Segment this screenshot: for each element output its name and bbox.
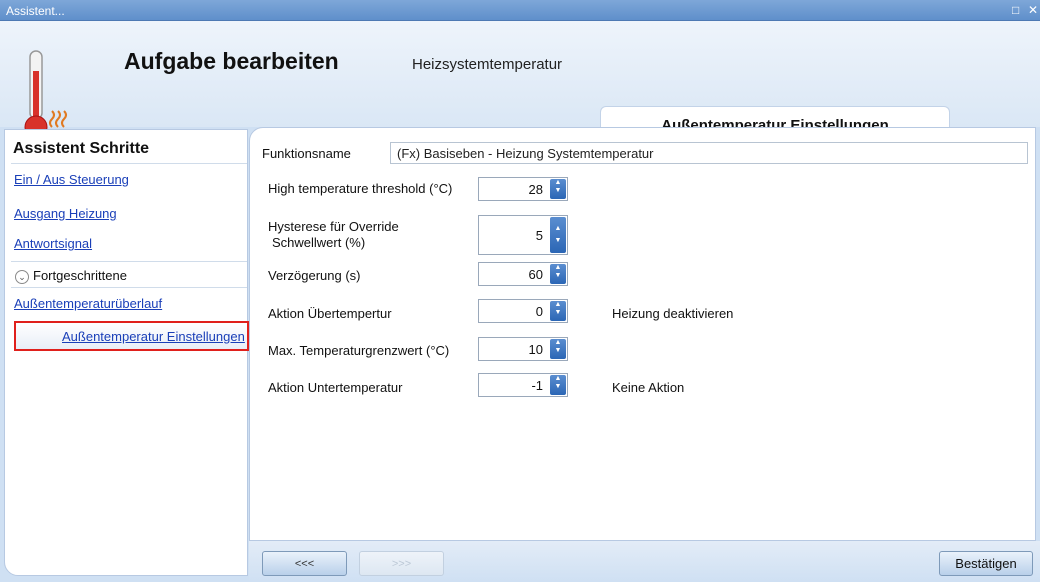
function-name-field[interactable]: (Fx) Basiseben - Heizung Systemtemperatu… bbox=[390, 142, 1028, 164]
divider bbox=[11, 261, 247, 262]
thermometer-heating-icon bbox=[24, 50, 67, 139]
field-label: Aktion Übertempertur bbox=[268, 306, 392, 321]
spinner-value: -1 bbox=[531, 378, 543, 393]
settings-panel: Funktionsname (Fx) Basiseben - Heizung S… bbox=[249, 127, 1036, 541]
footer: <<< >>> Bestätigen bbox=[249, 541, 1040, 582]
max-temperature-limit-spinner[interactable]: 10 ▲ ▼ bbox=[478, 337, 568, 361]
spinner-value: 60 bbox=[528, 267, 543, 282]
header: Aufgabe bearbeiten Heizsystemtemperatur … bbox=[0, 21, 1040, 142]
close-icon[interactable]: ✕ bbox=[1026, 3, 1040, 17]
next-button[interactable]: >>> bbox=[359, 551, 444, 576]
spinner-value: 5 bbox=[535, 228, 543, 243]
sidebar-item-selected[interactable]: Außentemperatur Einstellungen bbox=[14, 321, 249, 351]
action-description: Keine Aktion bbox=[612, 380, 685, 395]
delay-spinner[interactable]: 60 ▲ ▼ bbox=[478, 262, 568, 286]
page-subtitle: Heizsystemtemperatur bbox=[412, 56, 563, 73]
spinner-value: 28 bbox=[528, 182, 543, 197]
chevron-down-icon: ⌄ bbox=[15, 269, 29, 284]
field-label: High temperature threshold (°C) bbox=[268, 181, 453, 196]
sidebar-title: Assistent Schritte bbox=[13, 140, 150, 157]
sidebar: Assistent Schritte Ein / Aus Steuerung A… bbox=[4, 129, 249, 576]
field-label: Verzögerung (s) bbox=[268, 268, 361, 283]
spinner-value: 10 bbox=[528, 342, 543, 357]
sidebar-item-outdoor-temperature-overflow[interactable]: Außentemperaturüberlauf bbox=[14, 296, 162, 311]
spinner-arrows-icon[interactable]: ▲ ▼ bbox=[550, 179, 566, 199]
sidebar-item-on-off-control[interactable]: Ein / Aus Steuerung bbox=[14, 172, 129, 187]
maximize-icon[interactable]: □ bbox=[1009, 3, 1023, 17]
action-description: Heizung deaktivieren bbox=[612, 306, 734, 321]
spinner-value: 0 bbox=[535, 304, 543, 319]
sidebar-item-heating-output[interactable]: Ausgang Heizung bbox=[14, 206, 117, 221]
sidebar-item-outdoor-temperature-settings[interactable]: Außentemperatur Einstellungen bbox=[62, 329, 246, 344]
spinner-arrows-icon[interactable]: ▲ ▼ bbox=[550, 339, 566, 359]
divider bbox=[11, 287, 247, 288]
advanced-section-label: Fortgeschrittene bbox=[33, 268, 127, 283]
field-label: Max. Temperaturgrenzwert (°C) bbox=[268, 343, 450, 358]
field-label: Hysterese für Override bbox=[268, 219, 399, 234]
title-bar: Assistent... □ ✕ bbox=[0, 0, 1040, 21]
undertemperature-action-spinner[interactable]: -1 ▲ ▼ bbox=[478, 373, 568, 397]
window-title: Assistent... bbox=[6, 4, 65, 18]
divider bbox=[11, 163, 247, 164]
spinner-arrows-icon[interactable]: ▲ ▼ bbox=[550, 301, 566, 321]
hysteresis-spinner[interactable]: 5 ▲ ▼ bbox=[478, 215, 568, 255]
page-title: Aufgabe bearbeiten bbox=[124, 48, 339, 74]
back-button[interactable]: <<< bbox=[262, 551, 347, 576]
advanced-section-toggle[interactable]: ⌄ Fortgeschrittene bbox=[15, 268, 127, 284]
high-temperature-threshold-spinner[interactable]: 28 ▲ ▼ bbox=[478, 177, 568, 201]
confirm-button[interactable]: Bestätigen bbox=[939, 551, 1033, 576]
function-name-label: Funktionsname bbox=[262, 146, 351, 161]
overtemperature-action-spinner[interactable]: 0 ▲ ▼ bbox=[478, 299, 568, 323]
spinner-arrows-icon[interactable]: ▲ ▼ bbox=[550, 217, 566, 253]
spinner-arrows-icon[interactable]: ▲ ▼ bbox=[550, 264, 566, 284]
sidebar-item-response-signal[interactable]: Antwortsignal bbox=[14, 236, 92, 251]
field-label: Schwellwert (%) bbox=[272, 235, 366, 250]
spinner-arrows-icon[interactable]: ▲ ▼ bbox=[550, 375, 566, 395]
field-label: Aktion Untertemperatur bbox=[268, 380, 403, 395]
